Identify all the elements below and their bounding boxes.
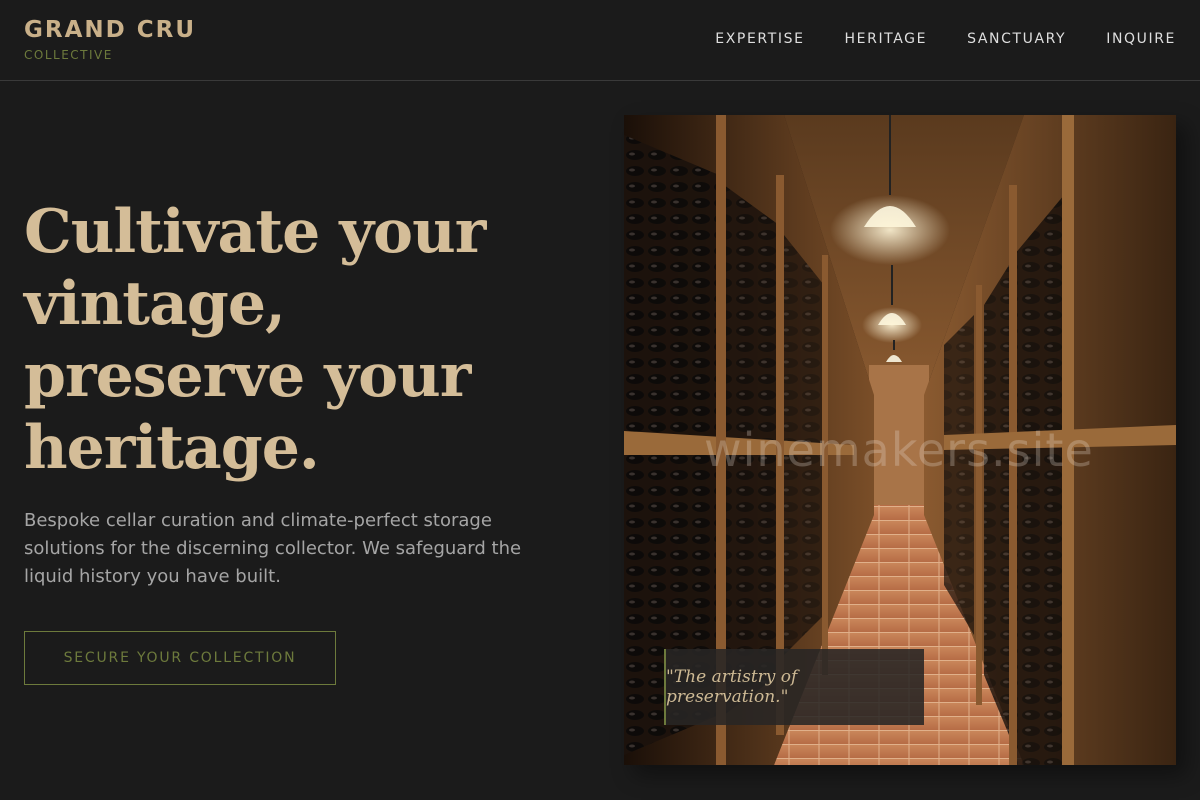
nav-link-expertise[interactable]: EXPERTISE <box>715 31 804 47</box>
hero-title-line: heritage. <box>24 413 320 483</box>
secure-collection-button[interactable]: SECURE YOUR COLLECTION <box>24 631 336 685</box>
quote-card: "The artistry of preservation." <box>664 649 924 725</box>
nav-link-heritage[interactable]: HERITAGE <box>845 31 928 47</box>
hero-title-line: Cultivate your <box>24 197 486 267</box>
cellar-photo: winemakers.site "The artistry of preserv… <box>624 115 1176 765</box>
logo-title: GRAND CRU <box>24 17 197 43</box>
main-nav: EXPERTISE HERITAGE SANCTUARY INQUIRE <box>715 31 1176 47</box>
site-header: GRAND CRU COLLECTIVE EXPERTISE HERITAGE … <box>0 0 1200 81</box>
hero-title-line: preserve your <box>24 341 471 411</box>
quote-text: "The artistry of preservation." <box>666 667 798 707</box>
hero-title: Cultivate your vintage, preserve your he… <box>24 196 544 484</box>
watermark: winemakers.site <box>704 423 1094 477</box>
nav-link-sanctuary[interactable]: SANCTUARY <box>967 31 1066 47</box>
hero-subtitle: Bespoke cellar curation and climate-perf… <box>24 510 522 587</box>
logo[interactable]: GRAND CRU COLLECTIVE <box>24 16 196 62</box>
hero-title-line: vintage, <box>24 269 286 339</box>
logo-subtitle: COLLECTIVE <box>24 48 113 62</box>
nav-link-inquire[interactable]: INQUIRE <box>1106 31 1176 47</box>
